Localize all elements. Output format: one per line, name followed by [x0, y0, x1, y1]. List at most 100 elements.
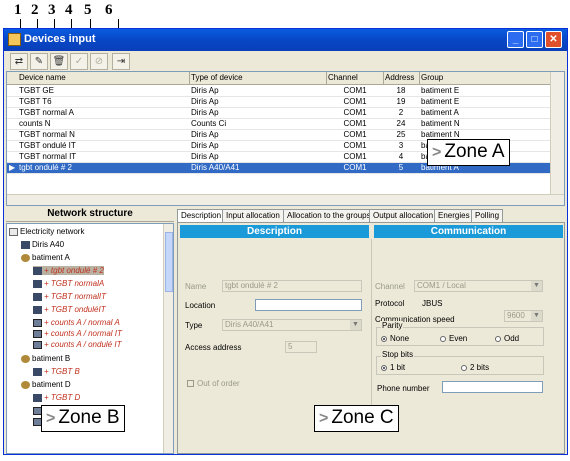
zone-b-callout: > Zone B	[41, 405, 125, 432]
tree-item[interactable]: + TGBT onduléIT	[33, 305, 106, 314]
access-address-field[interactable]: 5	[285, 341, 317, 353]
tree-item[interactable]: + TGBT D	[33, 393, 80, 402]
tree-item[interactable]: Diris A40	[21, 240, 64, 249]
tab-polling[interactable]: Polling	[471, 209, 504, 222]
tab-input-allocation[interactable]: Input allocation	[222, 209, 284, 222]
column-header-address[interactable]: Address	[385, 73, 414, 82]
table-cell: Diris Ap	[191, 97, 219, 106]
device-icon	[33, 305, 42, 314]
stop-bits-group: Stop bits 1 bit 2 bits	[376, 350, 544, 375]
devices-input-window: Devices input _ □ ✕ ⇄ ✎ 🗑 ✓ ⊘ ⇥ Device n…	[3, 28, 568, 455]
column-header-device-name[interactable]: Device name	[19, 73, 66, 82]
checkbox-box	[187, 380, 194, 388]
name-field[interactable]: tgbt ondulé # 2	[222, 280, 362, 292]
delete-icon[interactable]: 🗑	[50, 53, 68, 70]
zone-b-label: Zone B	[58, 407, 120, 428]
speed-select[interactable]: 9600 ▼	[504, 310, 543, 322]
description-header: Description	[180, 225, 369, 238]
phone-number-field[interactable]	[442, 381, 543, 393]
tree-item-label: + TGBT normalA	[44, 279, 105, 288]
tree-item[interactable]: + counts A / ondulé IT	[33, 340, 121, 349]
parity-label: Parity	[381, 321, 404, 330]
tree-item-label: + TGBT B	[44, 367, 80, 376]
table-cell: COM1	[343, 163, 367, 172]
table-cell: 2	[398, 108, 404, 117]
tab-output-allocation[interactable]: Output allocation	[369, 209, 438, 222]
table-cell: Diris Ap	[191, 108, 219, 117]
table-cell: tgbt ondulé # 2	[19, 163, 72, 172]
location-field[interactable]	[255, 299, 362, 311]
grid-vertical-scrollbar[interactable]	[550, 72, 564, 194]
callout-number-6: 6	[105, 2, 113, 18]
device-icon	[33, 292, 42, 301]
parity-even-label: Even	[449, 334, 468, 343]
stop-bits-1-radio[interactable]: 1 bit	[381, 363, 405, 372]
title-bar[interactable]: Devices input _ □ ✕	[4, 29, 567, 51]
type-select[interactable]: Diris A40/A41 ▼	[222, 319, 362, 331]
tree-item[interactable]: + TGBT normalIT	[33, 292, 106, 301]
phone-number-label: Phone number	[377, 384, 430, 393]
add-device-icon[interactable]: ⇄	[10, 53, 28, 70]
out-of-order-checkbox[interactable]: Out of order	[187, 379, 240, 388]
table-cell: 19	[396, 97, 406, 106]
exit-icon[interactable]: ⇥	[112, 53, 130, 70]
stop-bits-label: Stop bits	[381, 350, 415, 359]
close-button[interactable]: ✕	[545, 31, 562, 48]
table-row[interactable]: counts N Counts Ci COM1 24 batiment N	[7, 119, 550, 130]
check-icon[interactable]: ✓	[70, 53, 88, 70]
table-row[interactable]: TGBT T6 Diris Ap COM1 19 batiment E	[7, 97, 550, 108]
tree-scrollbar[interactable]	[163, 224, 173, 453]
network-structure-header: Network structure	[6, 208, 174, 222]
tab-description[interactable]: Description	[177, 209, 226, 223]
table-row[interactable]: TGBT normal A Diris Ap COM1 2 batiment A	[7, 108, 550, 119]
grid-horizontal-scrollbar[interactable]	[7, 194, 564, 205]
table-cell: batiment N	[421, 119, 460, 128]
maximize-button[interactable]: □	[526, 31, 543, 48]
chevron-down-icon: ▼	[531, 311, 542, 321]
parity-group: Parity None Even Odd	[376, 321, 544, 346]
minimize-button[interactable]: _	[507, 31, 524, 48]
tab-allocation-to-groups[interactable]: Allocation to the groups	[283, 209, 375, 222]
tree-item[interactable]: batiment B	[21, 354, 70, 363]
table-cell: TGBT GE	[19, 86, 54, 95]
zone-a-label: Zone A	[444, 141, 505, 162]
column-header-group[interactable]: Group	[421, 73, 443, 82]
tab-energies[interactable]: Energies	[434, 209, 474, 222]
stop-bits-2-radio[interactable]: 2 bits	[461, 363, 489, 372]
edit-device-icon[interactable]: ✎	[30, 53, 48, 70]
stop-bits-1-label: 1 bit	[390, 363, 406, 372]
column-header-type[interactable]: Type of device	[191, 73, 243, 82]
cancel-icon[interactable]: ⊘	[90, 53, 108, 70]
table-cell: Diris Ap	[191, 86, 219, 95]
tree-item[interactable]: + TGBT B	[33, 367, 80, 376]
type-label: Type	[185, 321, 203, 330]
tree-item[interactable]: + counts E / TGBT GE	[33, 452, 124, 453]
table-cell: Diris Ap	[191, 152, 219, 161]
building-icon	[21, 380, 30, 389]
parity-odd-label: Odd	[504, 334, 520, 343]
tree-item[interactable]: Electricity network	[9, 227, 84, 236]
channel-select[interactable]: COM1 / Local ▼	[414, 280, 543, 292]
parity-even-radio[interactable]: Even	[440, 334, 467, 343]
column-header-channel[interactable]: Channel	[328, 73, 358, 82]
table-cell: COM1	[343, 141, 367, 150]
tree-item[interactable]: + counts A / normal A	[33, 318, 120, 327]
table-cell: 4	[398, 152, 404, 161]
table-cell: COM1	[343, 130, 367, 139]
tree-item[interactable]: + tgbt ondulé # 2	[33, 266, 104, 275]
tree-item[interactable]: + counts A / normal IT	[33, 329, 122, 338]
parity-none-radio[interactable]: None	[381, 334, 409, 343]
tree-item[interactable]: batiment D	[21, 380, 71, 389]
table-cell: TGBT normal N	[19, 130, 75, 139]
zone-a-callout: > Zone A	[427, 139, 510, 166]
tree-scroll-thumb[interactable]	[165, 232, 173, 292]
table-cell: batiment A	[421, 108, 459, 117]
access-address-label: Access address	[185, 343, 242, 352]
tree-item[interactable]: batiment A	[21, 253, 70, 262]
tree-item[interactable]: + TGBT normalA	[33, 279, 104, 288]
protocol-label: Protocol	[375, 299, 405, 308]
table-cell: Diris Ap	[191, 130, 219, 139]
device-icon	[33, 393, 42, 402]
table-row[interactable]: TGBT GE Diris Ap COM1 18 batiment E	[7, 86, 550, 97]
parity-odd-radio[interactable]: Odd	[495, 334, 519, 343]
